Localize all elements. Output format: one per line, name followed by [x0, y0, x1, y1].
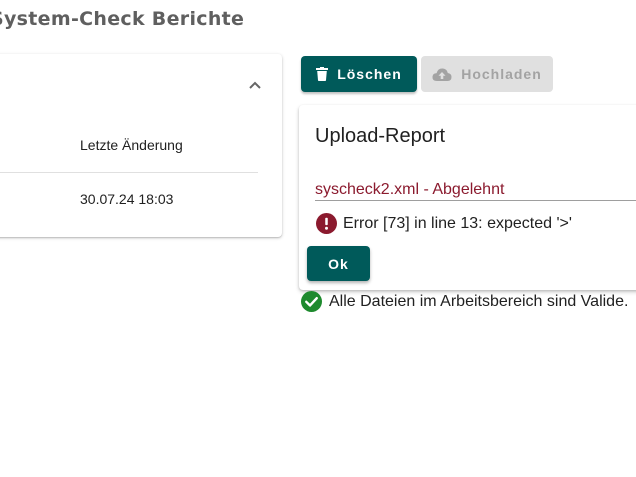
error-message-row: Error [73] in line 13: expected '>': [316, 213, 572, 234]
validation-status: Alle Dateien im Arbeitsbereich sind Vali…: [301, 291, 628, 312]
upload-report-title: Upload-Report: [315, 125, 446, 147]
error-message: Error [73] in line 13: expected '>': [343, 214, 572, 232]
validation-status-message: Alle Dateien im Arbeitsbereich sind Vali…: [329, 292, 629, 310]
reports-table-card: Letzte Änderung 30.07.24 18:03: [0, 54, 282, 237]
upload-button[interactable]: Hochladen: [421, 56, 553, 92]
chevron-up-icon: [249, 81, 261, 89]
row-divider: [0, 172, 258, 173]
check-circle-icon: [301, 291, 322, 312]
trash-icon: [316, 67, 329, 81]
file-status: syscheck2.xml - Abgelehnt: [315, 181, 505, 198]
upload-report-dialog: Upload-Report syscheck2.xml - Abgelehnt …: [299, 105, 636, 290]
collapse-button[interactable]: [244, 74, 266, 96]
cloud-upload-icon: [432, 68, 452, 81]
upload-button-label: Hochladen: [461, 66, 542, 82]
error-icon: [316, 213, 337, 234]
delete-button[interactable]: Löschen: [301, 56, 417, 92]
page-title: System-Check Berichte: [0, 8, 245, 30]
column-header-last-modified[interactable]: Letzte Änderung: [80, 137, 183, 153]
file-status-underline: [315, 200, 636, 201]
ok-button[interactable]: Ok: [307, 246, 370, 281]
table-cell-last-modified: 30.07.24 18:03: [80, 191, 174, 207]
delete-button-label: Löschen: [337, 66, 402, 82]
